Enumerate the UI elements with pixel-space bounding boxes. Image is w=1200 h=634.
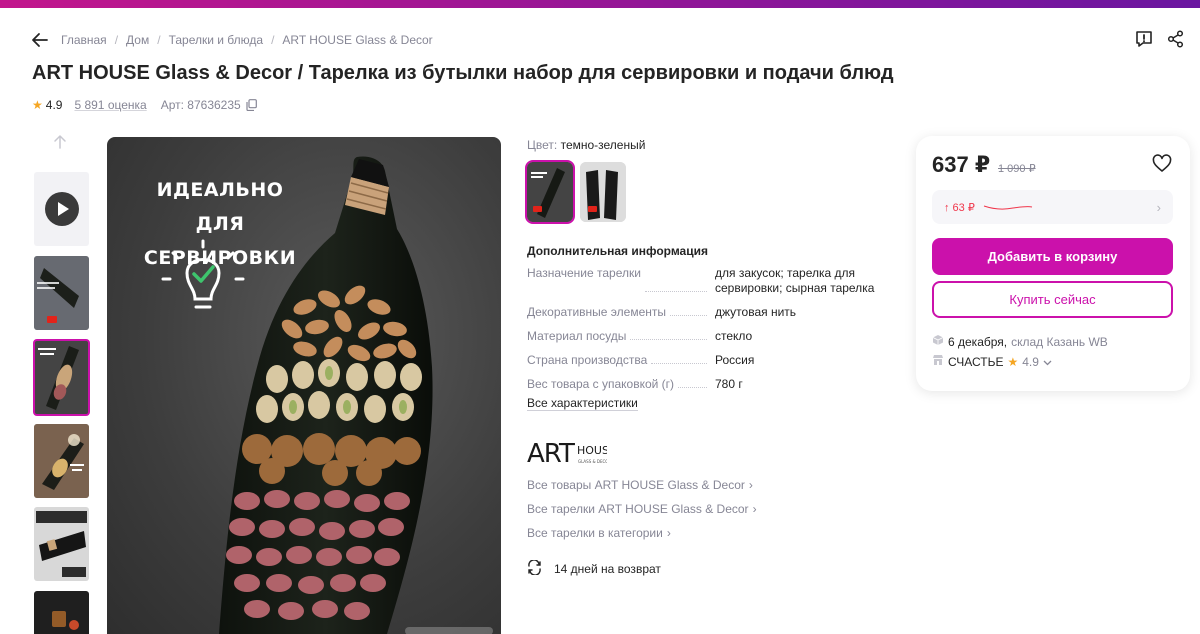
thumbnail-picture bbox=[34, 591, 89, 634]
chevron-right-icon: › bbox=[752, 502, 757, 516]
thumbnail-image-3[interactable] bbox=[34, 424, 89, 498]
copy-icon[interactable] bbox=[246, 99, 257, 112]
top-accent-bar bbox=[0, 0, 1200, 8]
color-label: Цвет: темно-зеленый bbox=[527, 138, 645, 152]
heart-icon[interactable] bbox=[1152, 154, 1172, 174]
spec-row: Вес товара с упаковкой (г) 780 г bbox=[527, 377, 887, 392]
delivery-info: 6 декабря, склад Казань WB bbox=[932, 334, 1108, 349]
seller-info[interactable]: СЧАСТЬЕ ★ 4.9 bbox=[932, 354, 1052, 369]
all-brand-products-link[interactable]: Все товары ART HOUSE Glass & Decor › bbox=[527, 478, 757, 493]
chevron-right-icon: › bbox=[666, 526, 671, 540]
warehouse: склад Казань WB bbox=[1011, 334, 1108, 349]
thumbnail-image-2[interactable] bbox=[33, 339, 90, 416]
add-to-cart-button[interactable]: Добавить в корзину bbox=[932, 238, 1173, 275]
spec-value: Россия bbox=[715, 353, 755, 367]
star-icon: ★ bbox=[32, 98, 43, 112]
spec-key: Материал посуды bbox=[527, 329, 631, 344]
thumbnail-picture bbox=[34, 507, 89, 581]
spec-value: для закусок; тарелка для сервировки; сыр… bbox=[715, 266, 875, 295]
breadcrumb-separator: / bbox=[157, 33, 161, 47]
brand-logo-mark: ART HOUSE GLASS & DECOR bbox=[527, 439, 616, 469]
brand-logo[interactable]: ART HOUSE GLASS & DECOR bbox=[527, 436, 616, 469]
box-icon bbox=[932, 334, 944, 349]
rating-value: 4.9 bbox=[45, 98, 63, 112]
chevron-right-icon: › bbox=[1156, 199, 1161, 215]
spec-value: стекло bbox=[715, 329, 753, 343]
image-promo-text: ИДЕАЛЬНО ДЛЯ СЕРВИРОВКИ bbox=[143, 179, 297, 269]
price-card: 637 ₽ 1 090 ₽ ↑ 63 ₽ › Добавить в корзин… bbox=[916, 136, 1190, 391]
report-icon[interactable] bbox=[1134, 29, 1154, 49]
thumbnail-picture bbox=[34, 424, 89, 498]
breadcrumb-separator: / bbox=[271, 33, 275, 47]
link-text: Все товары ART HOUSE Glass & Decor bbox=[527, 478, 745, 492]
article-number: Арт: 87636235 bbox=[160, 98, 241, 112]
main-product-image[interactable]: ИДЕАЛЬНО ДЛЯ СЕРВИРОВКИ bbox=[107, 137, 501, 634]
breadcrumb-plates[interactable]: Тарелки и блюда bbox=[169, 33, 264, 47]
specs-list: Назначение тарелки для закусок; тарелка … bbox=[527, 266, 887, 401]
svg-text:GLASS & DECOR: GLASS & DECOR bbox=[578, 459, 607, 464]
color-value: темно-зеленый bbox=[560, 138, 646, 152]
scroll-up-arrow-icon[interactable] bbox=[52, 134, 68, 150]
seller-rating: 4.9 bbox=[1022, 354, 1039, 369]
old-price: 1 090 ₽ bbox=[998, 163, 1036, 175]
returns-info: 14 дней на возврат bbox=[527, 559, 661, 578]
thumbnail-picture bbox=[34, 256, 89, 330]
spec-row: Страна производства Россия bbox=[527, 353, 887, 368]
seller-name: СЧАСТЬЕ bbox=[948, 354, 1004, 369]
svg-text:ART: ART bbox=[527, 439, 575, 468]
color-swatch-2[interactable] bbox=[580, 162, 626, 222]
share-icon[interactable] bbox=[1166, 29, 1186, 49]
link-text: Все тарелки ART HOUSE Glass & Decor bbox=[527, 502, 749, 516]
spec-row: Материал посуды стекло bbox=[527, 329, 887, 344]
price-history-row[interactable]: ↑ 63 ₽ › bbox=[932, 190, 1173, 224]
color-swatch-selected[interactable] bbox=[525, 160, 575, 224]
brand-links: Все товары ART HOUSE Glass & Decor › Все … bbox=[527, 478, 757, 550]
page-title: ART HOUSE Glass & Decor / Тарелка из бут… bbox=[32, 62, 894, 84]
additional-info-title: Дополнительная информация bbox=[527, 244, 708, 258]
spec-row: Декоративные элементы джутовая нить bbox=[527, 305, 887, 320]
spec-value: 780 г bbox=[715, 377, 743, 391]
thumbnail-video[interactable] bbox=[34, 172, 89, 246]
all-characteristics-link[interactable]: Все характеристики bbox=[527, 396, 638, 411]
svg-text:HOUSE: HOUSE bbox=[577, 444, 607, 457]
breadcrumb-separator: / bbox=[114, 33, 119, 47]
breadcrumb: Главная / Дом / Тарелки и блюда / ART HO… bbox=[61, 33, 433, 47]
buy-now-button[interactable]: Купить сейчас bbox=[932, 281, 1173, 318]
shop-icon bbox=[932, 354, 944, 369]
thumbnail-image-5[interactable] bbox=[34, 591, 89, 634]
thumbnail-picture bbox=[34, 340, 89, 415]
category-plates-link[interactable]: Все тарелки в категории › bbox=[527, 526, 757, 541]
breadcrumb-home-goods[interactable]: Дом bbox=[126, 33, 149, 47]
price: 637 ₽ bbox=[932, 152, 991, 177]
returns-text: 14 дней на возврат bbox=[554, 562, 661, 576]
spec-row: Назначение тарелки для закусок; тарелка … bbox=[527, 266, 887, 296]
breadcrumb-brand[interactable]: ART HOUSE Glass & Decor bbox=[282, 33, 432, 47]
thumbnail-image-4[interactable] bbox=[34, 507, 89, 581]
spec-key: Страна производства bbox=[527, 353, 652, 368]
thumbnail-image-1[interactable] bbox=[34, 256, 89, 330]
link-text: Все тарелки в категории bbox=[527, 526, 663, 540]
top-right-actions bbox=[1134, 29, 1186, 49]
back-arrow-icon[interactable] bbox=[30, 30, 50, 50]
return-arrows-icon bbox=[527, 559, 542, 578]
spec-key: Декоративные элементы bbox=[527, 305, 670, 320]
star-icon: ★ bbox=[1007, 354, 1019, 369]
play-icon bbox=[44, 192, 79, 226]
swatch-picture bbox=[580, 162, 626, 222]
price-trend-squiggle-icon bbox=[983, 198, 1033, 216]
product-meta: ★ 4.9 5 891 оценка Арт: 87636235 bbox=[32, 98, 257, 112]
chevron-down-icon bbox=[1043, 355, 1052, 369]
spec-key: Назначение тарелки bbox=[527, 266, 645, 296]
all-brand-plates-link[interactable]: Все тарелки ART HOUSE Glass & Decor › bbox=[527, 502, 757, 517]
breadcrumb-home[interactable]: Главная bbox=[61, 33, 107, 47]
price-change: ↑ 63 ₽ bbox=[944, 201, 975, 214]
spec-key: Вес товара с упаковкой (г) bbox=[527, 377, 679, 392]
delivery-date: 6 декабря, bbox=[948, 334, 1008, 349]
spec-value: джутовая нить bbox=[715, 305, 797, 319]
color-label-text: Цвет: bbox=[527, 138, 558, 152]
reviews-link[interactable]: 5 891 оценка bbox=[74, 98, 146, 112]
swatch-picture bbox=[527, 162, 573, 222]
chevron-right-icon: › bbox=[748, 478, 753, 492]
